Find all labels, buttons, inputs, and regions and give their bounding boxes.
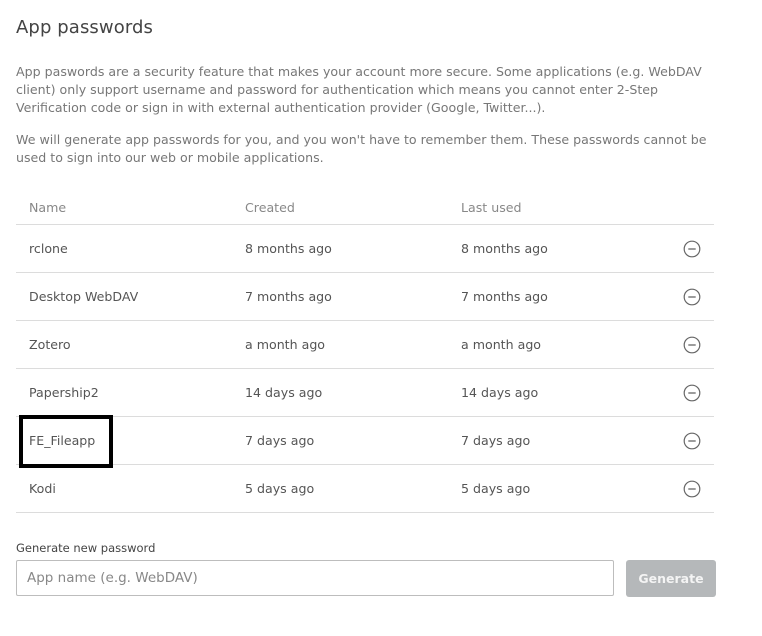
app-name: Desktop WebDAV — [29, 289, 139, 304]
last-used-date: 8 months ago — [461, 241, 548, 256]
generate-button[interactable]: Generate — [626, 560, 716, 597]
created-date: 8 months ago — [245, 241, 332, 256]
created-date: 14 days ago — [245, 385, 323, 400]
table-row: Zotero a month ago a month ago — [16, 321, 714, 369]
last-used-date: 14 days ago — [461, 385, 539, 400]
app-passwords-table: Name Created Last used rclone 8 months ag… — [16, 192, 714, 513]
description-generation: We will generate app passwords for you, … — [16, 132, 707, 165]
app-name: Kodi — [29, 481, 56, 496]
created-date: 7 months ago — [245, 289, 332, 304]
table-header: Name Created Last used — [16, 192, 714, 225]
last-used-date: 5 days ago — [461, 481, 531, 496]
remove-circle-icon — [683, 432, 701, 450]
delete-password-button[interactable] — [683, 384, 701, 402]
table-row: Kodi 5 days ago 5 days ago — [16, 465, 714, 513]
app-name: Papership2 — [29, 385, 99, 400]
delete-password-button[interactable] — [683, 288, 701, 306]
table-row: FE_Fileapp 7 days ago 7 days ago — [16, 417, 714, 465]
generate-label: Generate new password — [16, 541, 156, 555]
column-header-created: Created — [245, 200, 295, 215]
remove-circle-icon — [683, 288, 701, 306]
last-used-date: a month ago — [461, 337, 542, 352]
table-row: Desktop WebDAV 7 months ago 7 months ago — [16, 273, 714, 321]
delete-password-button[interactable] — [683, 480, 701, 498]
created-date: 7 days ago — [245, 433, 315, 448]
table-row: Papership2 14 days ago 14 days ago — [16, 369, 714, 417]
description-security: App paswords are a security feature that… — [16, 64, 702, 115]
column-header-last-used: Last used — [461, 200, 522, 215]
last-used-date: 7 days ago — [461, 433, 531, 448]
delete-password-button[interactable] — [683, 336, 701, 354]
page-title: App passwords — [16, 17, 154, 38]
remove-circle-icon — [683, 384, 701, 402]
remove-circle-icon — [683, 336, 701, 354]
created-date: 5 days ago — [245, 481, 315, 496]
app-name: rclone — [29, 241, 68, 256]
delete-password-button[interactable] — [683, 432, 701, 450]
app-name: FE_Fileapp — [29, 433, 96, 448]
table-row: rclone 8 months ago 8 months ago — [16, 225, 714, 273]
app-name-input[interactable] — [16, 560, 614, 596]
app-name: Zotero — [29, 337, 71, 352]
created-date: a month ago — [245, 337, 326, 352]
column-header-name: Name — [29, 200, 67, 215]
last-used-date: 7 months ago — [461, 289, 548, 304]
delete-password-button[interactable] — [683, 240, 701, 258]
remove-circle-icon — [683, 480, 701, 498]
remove-circle-icon — [683, 240, 701, 258]
